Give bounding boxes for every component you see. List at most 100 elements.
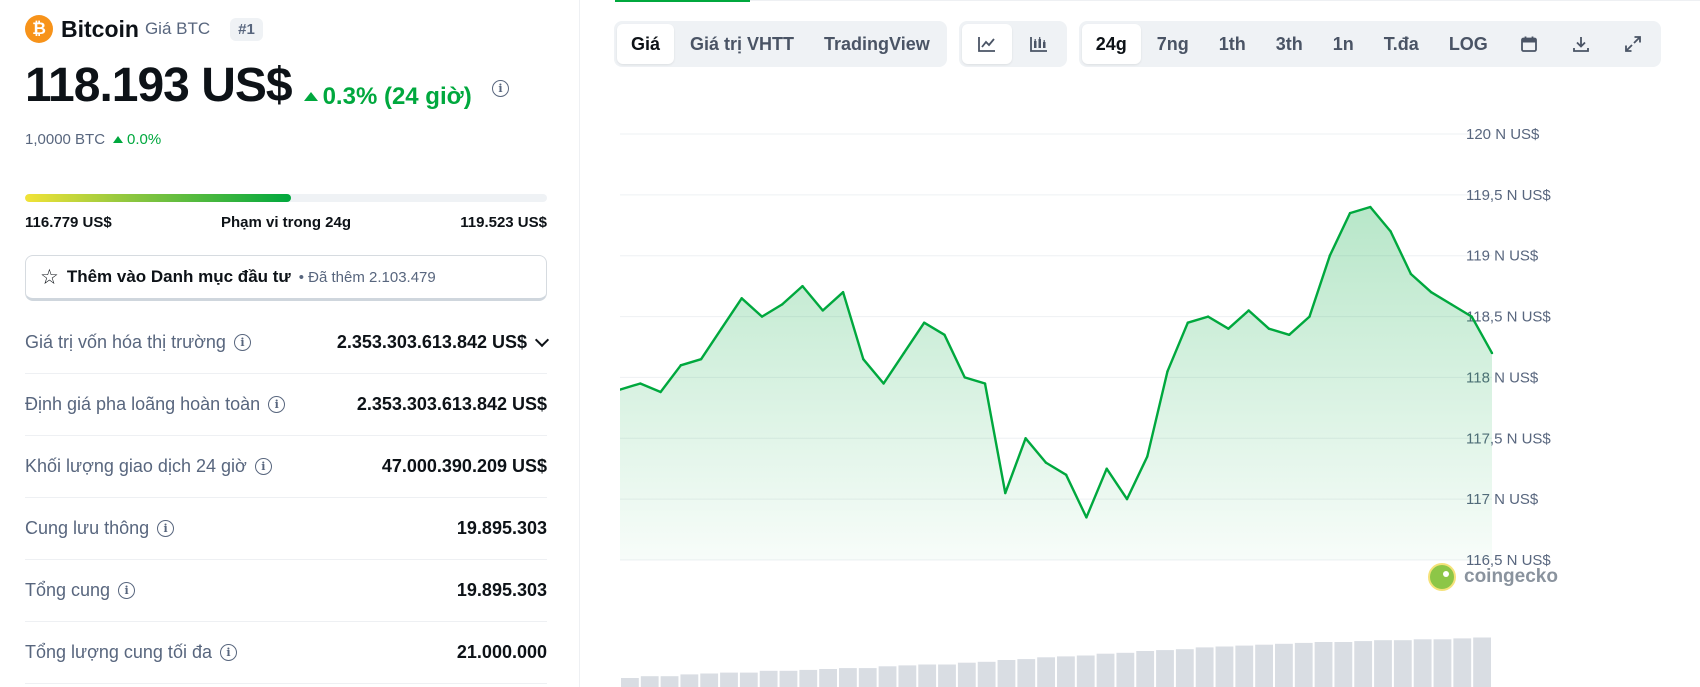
price-point <box>963 376 966 379</box>
calendar-icon <box>1520 35 1538 53</box>
volume-bar <box>1413 639 1432 687</box>
top-tab-indicator <box>615 0 750 2</box>
volume-bar <box>1374 640 1392 687</box>
download-button[interactable] <box>1556 24 1606 64</box>
volume-bar <box>1037 657 1055 687</box>
time-range-group: 24g 7ng 1th 3th 1n T.đa LOG <box>1078 21 1661 67</box>
volume-bar <box>640 676 659 687</box>
volume-bar <box>759 670 778 687</box>
price-point <box>862 357 865 361</box>
candlestick-chart-icon <box>1029 35 1049 53</box>
calendar-button[interactable] <box>1504 24 1554 64</box>
stat-row: Tổng cung i 19.895.303 <box>25 560 547 622</box>
price-point <box>1125 497 1129 501</box>
price-point <box>1105 467 1108 470</box>
download-icon <box>1572 35 1590 53</box>
price-chart[interactable]: 120 N US$ 119,5 N US$ 119 N US$ 118,5 N US$… <box>620 110 1700 687</box>
time-range-tab[interactable]: 3th <box>1262 24 1317 64</box>
volume-bar <box>1076 655 1095 687</box>
up-arrow-icon <box>303 92 318 101</box>
price-point <box>760 315 764 318</box>
price-point <box>1064 473 1068 476</box>
time-range-tab[interactable]: 1th <box>1205 24 1260 64</box>
add-to-portfolio-button[interactable]: ☆ Thêm vào Danh mục đầu tư • Đã thêm 2.1… <box>25 255 547 301</box>
line-chart-button[interactable] <box>961 24 1012 64</box>
view-tab-group: Giá Giá trị VHTT TradingView <box>614 21 947 67</box>
stat-value: 2.353.303.613.842 US$ <box>336 332 550 353</box>
volume-bar <box>1017 659 1036 687</box>
price-point <box>740 297 743 300</box>
price-area-fill <box>620 207 1492 560</box>
info-icon[interactable]: i <box>219 644 237 661</box>
stat-value: 2.353.303.613.842 US$ <box>357 394 547 415</box>
volume-bar <box>1473 637 1491 687</box>
time-range-tab[interactable]: 1n <box>1319 24 1368 64</box>
price-info-icon[interactable]: i <box>492 80 509 97</box>
volume-bar <box>1393 640 1412 687</box>
price-point <box>821 309 824 312</box>
price-point <box>1308 315 1311 318</box>
volume-bar <box>1195 647 1214 687</box>
stat-value-text: 47.000.390.209 US$ <box>381 456 547 476</box>
time-range-tab[interactable]: LOG <box>1435 24 1502 64</box>
price-point <box>659 390 662 394</box>
info-icon[interactable]: i <box>254 458 272 475</box>
rank-badge: #1 <box>230 17 263 41</box>
price-point <box>1206 315 1210 318</box>
volume-bar <box>819 669 837 687</box>
volume-bar <box>1116 652 1135 687</box>
volume-bar <box>779 670 798 687</box>
info-icon[interactable]: i <box>118 582 136 599</box>
price-point <box>1247 309 1250 312</box>
btc-change: 0.0% <box>113 131 161 148</box>
view-tab[interactable]: Giá <box>617 24 675 64</box>
current-price: 118.193 US$ <box>25 59 293 112</box>
chart-type-group <box>958 21 1067 67</box>
price-point <box>720 327 723 330</box>
volume-bar <box>1294 642 1313 687</box>
stat-label: Khối lượng giao dịch 24 giờ i <box>25 456 272 477</box>
range-24h-labels: 116.779 US$ Phạm vi trong 24g 119.523 US… <box>25 214 547 231</box>
view-tab[interactable]: Giá trị VHTT <box>676 24 808 64</box>
price-point <box>841 291 845 294</box>
price-point <box>1470 315 1473 318</box>
info-icon[interactable]: i <box>233 334 251 351</box>
info-icon[interactable]: i <box>157 520 175 537</box>
stat-label-text: Giá trị vốn hóa thị trường <box>25 332 226 352</box>
price-point <box>1369 205 1372 209</box>
time-range-tab[interactable]: T.đa <box>1370 24 1433 64</box>
coin-header: ₿ Bitcoin Giá BTC #1 <box>25 15 263 43</box>
price-point <box>699 357 703 361</box>
info-icon[interactable]: i <box>268 396 286 413</box>
y-axis-tick-label: 119,5 N US$ <box>1466 187 1551 204</box>
time-range-tab[interactable]: 24g <box>1081 24 1141 64</box>
coingecko-logo-icon <box>1428 563 1456 591</box>
expand-button[interactable] <box>1608 24 1658 64</box>
volume-bar <box>957 662 976 687</box>
price-point <box>1166 370 1169 373</box>
time-range-tab[interactable]: 7ng <box>1143 24 1203 64</box>
volume-bar <box>1235 645 1254 687</box>
volume-bar <box>977 661 996 687</box>
stat-row: Khối lượng giao dịch 24 giờ i 47.000.390.2… <box>25 436 547 498</box>
chevron-down-icon[interactable] <box>534 332 550 348</box>
stat-value-text: 2.353.303.613.842 US$ <box>336 332 527 352</box>
range-high: 119.523 US$ <box>460 214 547 231</box>
volume-bar <box>1433 639 1452 687</box>
add-to-portfolio-label: Thêm vào Danh mục đầu tư <box>66 267 291 286</box>
stat-label-text: Cung lưu thông <box>25 518 150 538</box>
stat-row: Cung lưu thông i 19.895.303 <box>25 498 547 560</box>
bitcoin-logo-icon: ₿ <box>25 15 53 43</box>
stat-row: Tổng lượng cung tối đa i 21.000.000 <box>25 622 547 684</box>
candlestick-chart-button[interactable] <box>1014 24 1064 64</box>
stat-value: 21.000.000 <box>457 642 547 663</box>
btc-price: 1,0000 BTC <box>25 131 106 148</box>
volume-bar <box>878 666 897 687</box>
volume-bar <box>839 668 857 687</box>
stat-value-text: 21.000.000 <box>456 642 547 662</box>
price-chart-svg[interactable]: 120 N US$ 119,5 N US$ 119 N US$ 118,5 N US$… <box>620 110 1700 687</box>
view-tab[interactable]: TradingView <box>810 24 944 64</box>
stat-label-text: Tổng cung <box>25 580 111 600</box>
volume-bar <box>680 674 699 687</box>
stat-row: Giá trị vốn hóa thị trường i 2.353.303.613… <box>25 312 550 374</box>
